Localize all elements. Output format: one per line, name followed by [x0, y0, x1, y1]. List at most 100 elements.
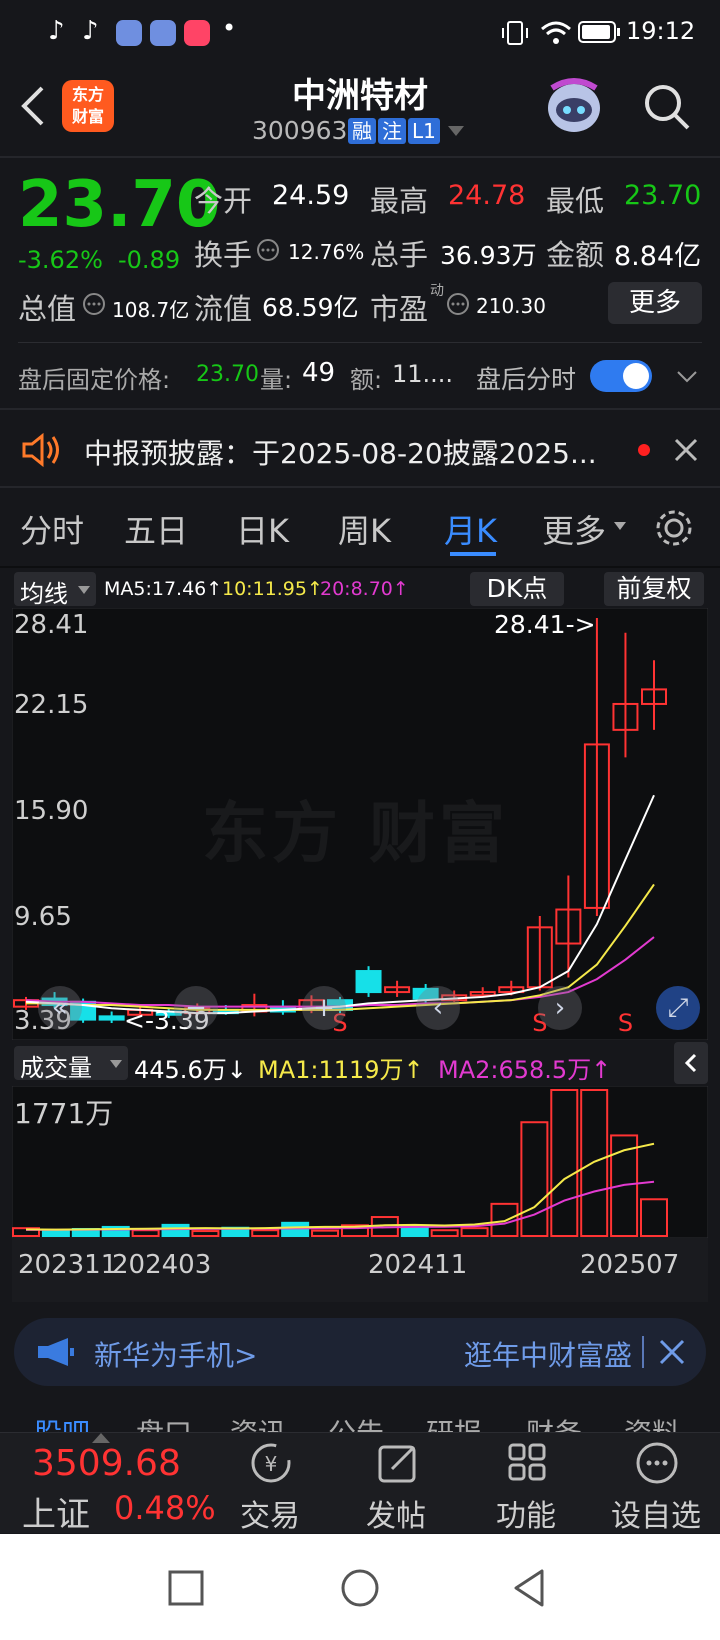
- add-watchlist-button[interactable]: 设自选: [596, 1433, 716, 1534]
- ma-dropdown[interactable]: 均线: [14, 572, 96, 608]
- market-cap-label: 总值: [18, 292, 77, 326]
- ma5-value: MA5:17.46↑: [104, 578, 223, 600]
- tab-forum[interactable]: 股吧: [34, 1412, 90, 1432]
- gear-icon[interactable]: [652, 506, 696, 550]
- more-button[interactable]: 更多: [608, 282, 702, 324]
- tab-more[interactable]: 更多: [542, 506, 606, 552]
- ma20-value: 20:8.70↑: [320, 578, 409, 600]
- info-icon[interactable]: [256, 238, 280, 262]
- tab-announcements[interactable]: 公告: [328, 1412, 384, 1432]
- more-icon: [636, 1442, 678, 1484]
- chevron-down-icon: [110, 1060, 122, 1068]
- x-tick: 202507: [580, 1250, 680, 1280]
- tab-intraday[interactable]: 分时: [20, 506, 84, 552]
- level1-tag: L1: [408, 118, 440, 144]
- margin-tag: 融: [348, 118, 376, 144]
- float-cap-value: 68.59亿: [262, 293, 359, 322]
- volume-ma2-value: MA2:658.5万↑: [438, 1056, 612, 1084]
- banner-right-text: 逛年中财富盛: [464, 1339, 633, 1372]
- tab-weekly-k[interactable]: 周K: [338, 506, 391, 552]
- after-hours-volume-label: 量:: [260, 366, 293, 394]
- promo-banner[interactable]: 新华为手机> 逛年中财富盛: [14, 1318, 706, 1386]
- quote-panel: 23.70 -3.62% -0.89 今开 24.59 最高 24.78 最低 …: [0, 158, 720, 348]
- unread-dot: [638, 444, 650, 456]
- index-expand-icon[interactable]: [92, 1433, 110, 1443]
- y-tick: 28.41: [14, 610, 89, 640]
- bottom-nav: 3509.68 上证 0.48% ¥ 交易 发帖 功能 设自选: [0, 1432, 720, 1536]
- volume-indicator-label: 成交量: [20, 1054, 92, 1082]
- tab-daily-k[interactable]: 日K: [236, 506, 289, 552]
- ma-dropdown-label: 均线: [20, 580, 68, 608]
- open-label: 今开: [194, 184, 253, 218]
- robot-assistant-avatar[interactable]: [544, 74, 604, 138]
- high-value: 24.78: [448, 180, 526, 211]
- search-icon[interactable]: [642, 82, 692, 132]
- post-label: 发帖: [366, 1499, 426, 1534]
- after-hours-row: 盘后固定价格: 23.70 量: 49 额: 11.... 盘后分时: [0, 344, 720, 404]
- fullscreen-button[interactable]: ⤢: [656, 986, 700, 1030]
- tab-monthly-k[interactable]: 月K: [444, 506, 497, 552]
- after-hours-amount-label: 额:: [350, 366, 383, 394]
- tab-financials[interactable]: 财务: [526, 1412, 582, 1432]
- notice-bar[interactable]: 中报预披露：于2025-08-20披露2025...: [0, 410, 720, 488]
- amount-value: 8.84亿: [614, 241, 702, 272]
- chevron-down-icon[interactable]: [676, 370, 698, 384]
- scroll-far-left-button[interactable]: «: [38, 986, 82, 1030]
- more-notifications-dot: •: [222, 14, 237, 42]
- y-tick: 9.65: [14, 902, 72, 932]
- stock-name: 中洲特材: [292, 76, 428, 116]
- ma10-value: 10:11.95↑: [222, 578, 323, 600]
- tab-profile[interactable]: 资料: [624, 1412, 680, 1432]
- zoom-in-button[interactable]: +: [302, 986, 346, 1030]
- max-price-label: 28.41->: [494, 610, 596, 639]
- add-watchlist-label: 设自选: [611, 1499, 701, 1534]
- scroll-right-button[interactable]: ›: [538, 986, 582, 1030]
- float-cap-label: 流值: [194, 292, 253, 326]
- y-tick: 22.15: [14, 690, 89, 720]
- turnover-label: 换手: [194, 238, 253, 272]
- registration-tag: 注: [378, 118, 406, 144]
- tab-five-day[interactable]: 五日: [124, 506, 188, 552]
- recent-apps-icon[interactable]: [168, 1570, 204, 1606]
- info-icon[interactable]: [446, 292, 470, 316]
- post-button[interactable]: 发帖: [336, 1433, 456, 1534]
- close-icon[interactable]: [674, 438, 698, 462]
- svg-text:¥: ¥: [265, 1452, 278, 1476]
- close-icon[interactable]: [658, 1338, 686, 1366]
- dk-point-button[interactable]: DK点: [470, 572, 564, 606]
- volume-value: 36.93万: [440, 241, 537, 270]
- divider: [18, 342, 702, 343]
- volume-indicator-dropdown[interactable]: 成交量: [14, 1046, 128, 1082]
- app-header: 东方 财富 中洲特材 300963 融 注 L1: [0, 64, 720, 154]
- tiktok-icon: ♪: [48, 16, 65, 46]
- speaker-icon: [22, 432, 59, 468]
- after-hours-toggle[interactable]: [590, 360, 652, 392]
- tab-orderbook[interactable]: 盘口: [136, 1412, 192, 1432]
- volume-chart[interactable]: 1771万: [12, 1086, 708, 1238]
- watermark: 东方 财富: [202, 795, 509, 872]
- index-value[interactable]: 3509.68: [32, 1443, 181, 1484]
- megaphone-icon: [38, 1338, 74, 1366]
- scroll-left-button[interactable]: ‹: [416, 986, 460, 1030]
- collapse-indicator-button[interactable]: [674, 1042, 708, 1084]
- tab-research[interactable]: 研报: [426, 1412, 482, 1432]
- volume-label: 总手: [370, 238, 429, 272]
- vibrate-icon: [502, 21, 528, 45]
- zoom-out-button[interactable]: −: [174, 986, 218, 1030]
- functions-button[interactable]: 功能: [466, 1433, 586, 1534]
- index-change: 0.48%: [114, 1489, 216, 1527]
- candle-down: [355, 970, 382, 994]
- low-value: 23.70: [624, 180, 702, 211]
- turnover-value: 12.76%: [288, 240, 365, 264]
- tab-news[interactable]: 资讯: [230, 1412, 286, 1432]
- battery-icon: [578, 21, 620, 43]
- trade-button[interactable]: ¥ 交易: [210, 1433, 330, 1534]
- home-icon[interactable]: [340, 1568, 380, 1608]
- index-name[interactable]: 上证: [22, 1487, 90, 1536]
- info-icon[interactable]: [82, 292, 106, 316]
- adjustment-button[interactable]: 前复权: [604, 572, 704, 606]
- kline-chart[interactable]: SSS 东方 财富 28.41 22.15 15.90 9.65 3.39 28…: [12, 608, 708, 1040]
- back-nav-icon[interactable]: [512, 1568, 546, 1608]
- volume-bar: [161, 1223, 190, 1238]
- tag-dropdown-icon[interactable]: [448, 126, 464, 138]
